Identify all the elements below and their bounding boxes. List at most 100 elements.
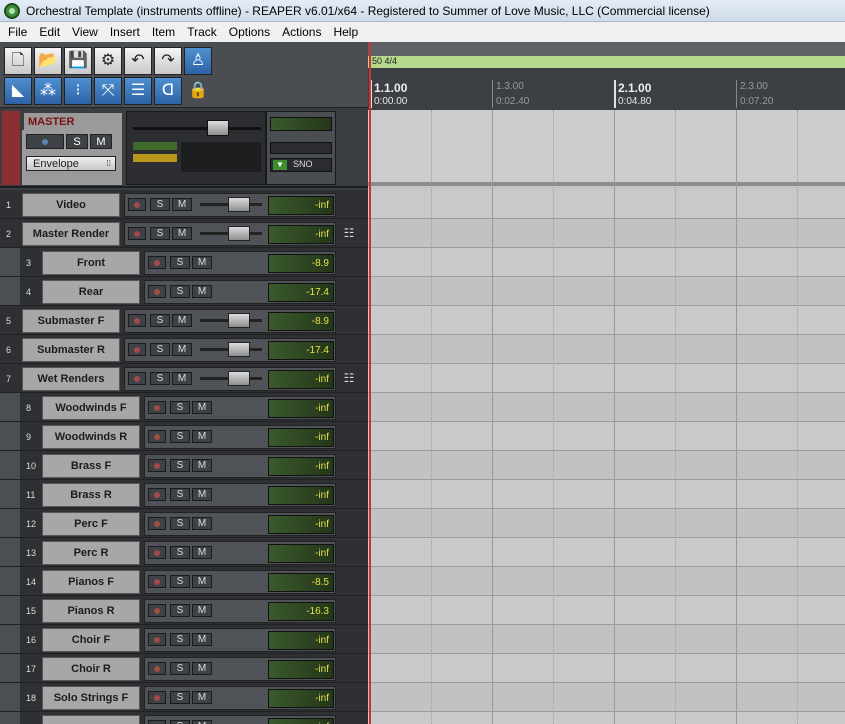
fader-knob[interactable] [228,197,250,212]
track-name[interactable]: Woodwinds R [42,425,140,449]
record-arm-button[interactable] [148,285,166,298]
mute-button[interactable]: M [192,633,212,646]
track-lane[interactable] [368,364,845,393]
track-row[interactable]: 7 Wet Renders S M -inf ☷ [0,364,368,393]
solo-button[interactable]: S [170,285,190,298]
track-row[interactable]: 10 Brass F S M -inf [0,451,368,480]
track-name[interactable]: Video [22,193,120,217]
solo-button[interactable]: S [150,314,170,327]
mute-button[interactable]: M [192,401,212,414]
menu-insert[interactable]: Insert [104,25,146,39]
track-lanes[interactable] [368,110,845,724]
track-name[interactable]: Front [42,251,140,275]
track-name[interactable]: Choir R [42,657,140,681]
volume-fader[interactable] [200,197,262,212]
undo-icon[interactable]: ↶ [124,47,152,75]
fader-knob[interactable] [228,313,250,328]
track-lane[interactable] [368,422,845,451]
track-name[interactable]: Submaster F [22,309,120,333]
track-lane[interactable] [368,306,845,335]
master-mute-button[interactable]: M [90,134,112,149]
track-name[interactable]: Woodwinds F [42,396,140,420]
record-arm-button[interactable] [148,401,166,414]
track-name[interactable]: Solo Strings F [42,686,140,710]
master-fx-slot[interactable] [181,142,261,172]
track-lane[interactable] [368,654,845,683]
record-arm-button[interactable] [148,720,166,724]
track-name[interactable]: Submaster R [22,338,120,362]
record-arm-button[interactable] [128,198,146,211]
fader-knob[interactable] [228,342,250,357]
track-row[interactable]: 6 Submaster R S M -17.4 [0,335,368,364]
solo-button[interactable]: S [170,720,190,724]
track-lane[interactable] [368,248,845,277]
track-name[interactable]: Perc R [42,541,140,565]
solo-button[interactable]: S [170,662,190,675]
track-name[interactable]: Pianos R [42,599,140,623]
arrange-view[interactable]: 1 50 4/4 1.1.000:00.001.3.000:02.402.1.0… [368,42,845,724]
track-lane[interactable] [368,509,845,538]
track-row[interactable]: 4 Rear S M -17.4 [0,277,368,306]
solo-button[interactable]: S [170,633,190,646]
solo-button[interactable]: S [170,488,190,501]
lock-icon[interactable]: 🔒 [184,77,212,105]
menu-item[interactable]: Item [146,25,181,39]
timeline-ruler[interactable]: 1.1.00 0:00.00 1.3.00 0:02.40 2.1.00 0:04.80 2… [368,68,845,110]
track-lane[interactable] [368,712,845,724]
master-mono-toggle[interactable]: ▼ SNO [270,158,332,172]
track-row[interactable]: 15 Pianos R S M -16.3 [0,596,368,625]
track-lane[interactable] [368,567,845,596]
solo-button[interactable]: S [150,372,170,385]
track-name[interactable] [42,715,140,724]
record-arm-button[interactable] [148,604,166,617]
master-solo-button[interactable]: S [66,134,88,149]
track-lane[interactable] [368,683,845,712]
volume-fader[interactable] [200,313,262,328]
mute-button[interactable]: M [192,488,212,501]
mute-button[interactable]: M [192,720,212,724]
track-lane[interactable] [368,335,845,364]
track-row[interactable]: 12 Perc F S M -inf [0,509,368,538]
menu-edit[interactable]: Edit [33,25,66,39]
mute-button[interactable]: M [192,691,212,704]
record-arm-button[interactable] [148,517,166,530]
fader-knob[interactable] [228,371,250,386]
master-mono-button[interactable] [26,134,64,149]
track-lane[interactable] [368,277,845,306]
record-arm-button[interactable] [128,343,146,356]
mute-button[interactable]: M [192,517,212,530]
mute-button[interactable]: M [192,662,212,675]
track-name[interactable]: Wet Renders [22,367,120,391]
track-lane[interactable] [368,393,845,422]
track-lane[interactable] [368,625,845,654]
track-lane[interactable] [368,219,845,248]
track-row[interactable]: 1 Video S M -inf [0,190,368,219]
track-row[interactable]: 13 Perc R S M -inf [0,538,368,567]
track-lane[interactable] [368,451,845,480]
volume-fader[interactable] [200,371,262,386]
track-name[interactable]: Perc F [42,512,140,536]
track-lane[interactable] [368,190,845,219]
menu-track[interactable]: Track [181,25,223,39]
mute-button[interactable]: M [172,343,192,356]
track-name[interactable]: Rear [42,280,140,304]
track-name[interactable]: Master Render [22,222,120,246]
open-project-icon[interactable]: 📂 [34,47,62,75]
master-pan-knob[interactable] [270,142,332,154]
solo-button[interactable]: S [170,459,190,472]
item-grouping-icon[interactable]: ⁂ [34,77,62,105]
redo-icon[interactable]: ↷ [154,47,182,75]
tempo-timesig-bar[interactable]: 50 4/4 [368,56,845,68]
menu-actions[interactable]: Actions [276,25,327,39]
crossfade-icon[interactable]: ᗡ [154,77,182,105]
track-name[interactable]: Choir F [42,628,140,652]
solo-button[interactable]: S [170,430,190,443]
track-row[interactable]: SM -inf [0,712,368,724]
solo-button[interactable]: S [150,198,170,211]
track-name[interactable]: Brass R [42,483,140,507]
solo-button[interactable]: S [170,691,190,704]
track-row[interactable]: 16 Choir F S M -inf [0,625,368,654]
envelope-lock-icon[interactable]: ☰ [124,77,152,105]
solo-button[interactable]: S [150,343,170,356]
folder-collapse-icon[interactable]: ☷ [342,226,356,240]
